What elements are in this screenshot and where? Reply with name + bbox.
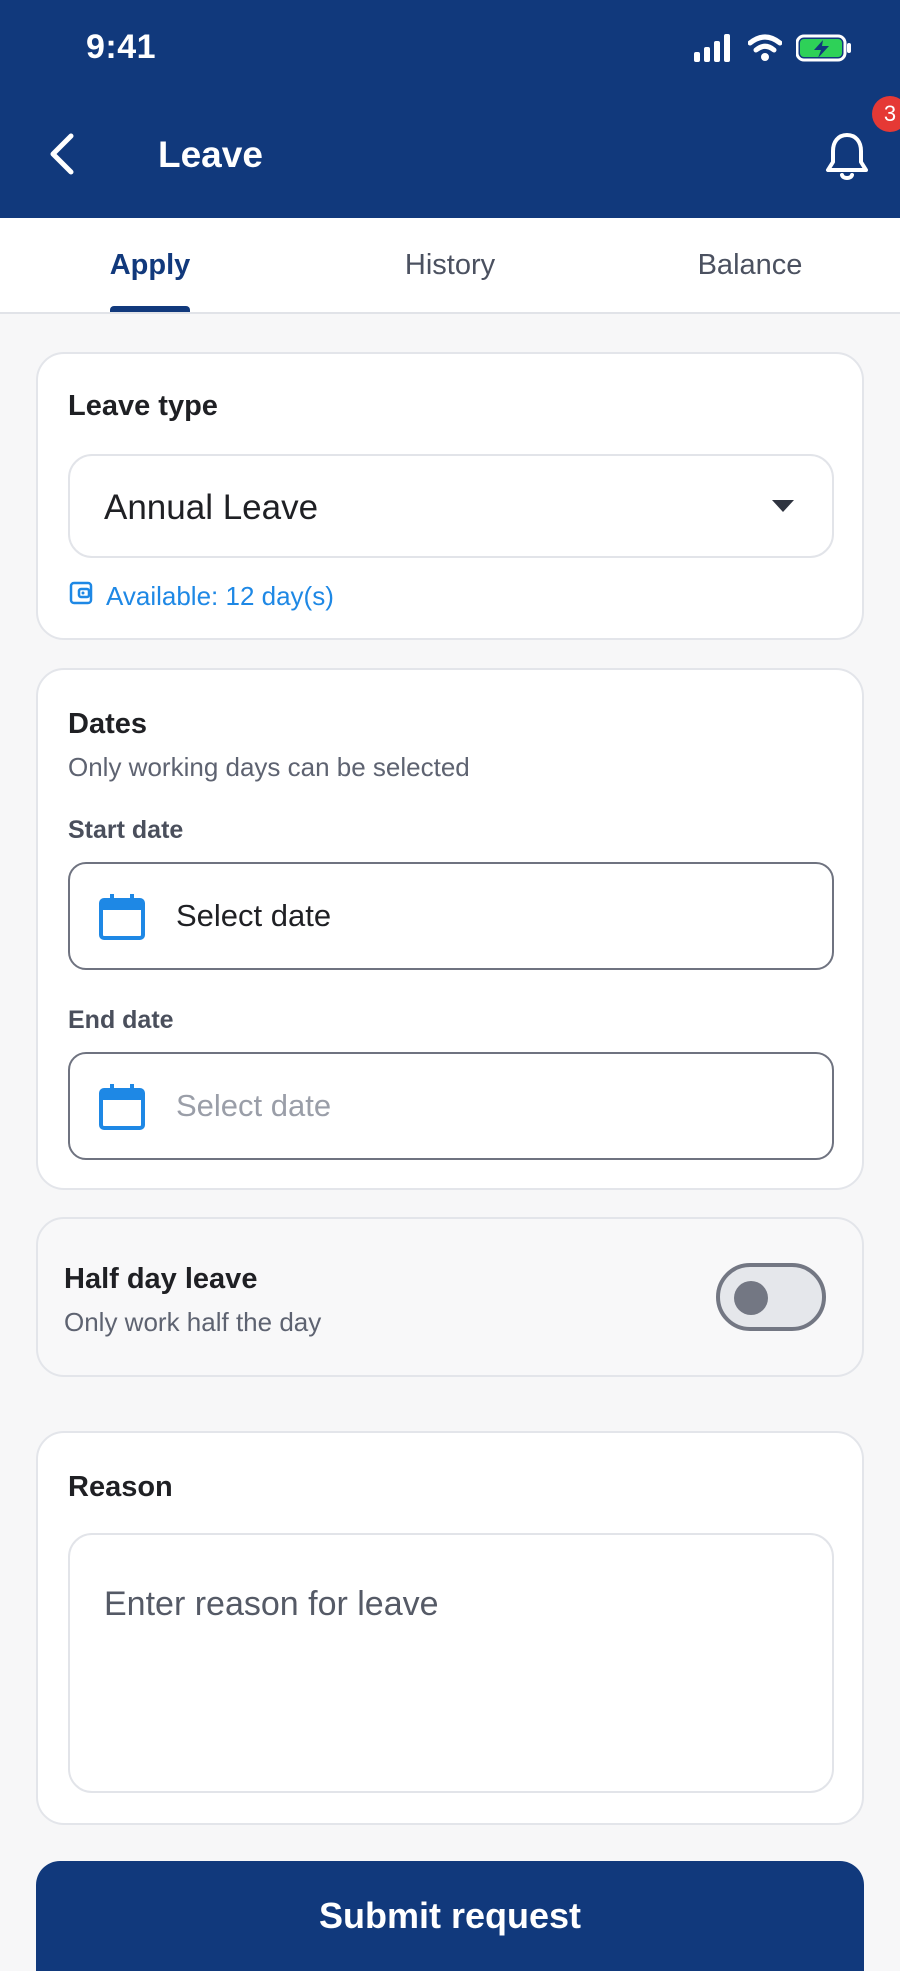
leave-type-value: Annual Leave [104, 488, 319, 527]
active-tab-indicator [110, 306, 190, 312]
toggle-knob [734, 1281, 768, 1315]
start-date-value: Select date [176, 898, 332, 933]
reason-textarea[interactable]: Enter reason for leave [68, 1533, 834, 1793]
chevron-left-icon [47, 132, 77, 181]
leave-type-select[interactable]: Annual Leave [68, 454, 834, 558]
available-balance: Available: 12 day(s) [68, 580, 334, 613]
notification-badge: 3 [872, 96, 900, 132]
caret-down-icon [772, 500, 794, 512]
reason-title: Reason [68, 1471, 173, 1503]
back-button[interactable] [40, 128, 84, 184]
bell-icon [824, 133, 870, 186]
page-title: Leave [158, 134, 263, 175]
leave-type-title: Leave type [68, 390, 218, 422]
available-text: Available: 12 day(s) [106, 581, 334, 611]
submit-request-button[interactable]: Submit request [36, 1861, 864, 1971]
battery-charging-icon [795, 34, 852, 67]
end-date-field[interactable]: Select date [68, 1052, 834, 1160]
half-day-subtitle: Only work half the day [64, 1307, 322, 1337]
calendar-icon [98, 892, 146, 947]
start-date-field[interactable]: Select date [68, 862, 834, 970]
half-day-title: Half day leave [64, 1263, 258, 1295]
dates-card: Dates Only working days can be selected … [36, 668, 864, 1190]
tab-balance[interactable]: Balance [600, 218, 900, 312]
status-icons [694, 30, 852, 70]
status-time: 9:41 [86, 28, 157, 66]
half-day-card: Half day leave Only work half the day [36, 1217, 864, 1377]
signal-icon [694, 33, 734, 67]
notifications-button[interactable] [824, 130, 870, 182]
tab-bar: Apply History Balance [0, 218, 900, 314]
app-header: 9:41 Leave 3 [0, 0, 900, 218]
wifi-icon [747, 34, 783, 67]
dates-title: Dates [68, 708, 147, 740]
start-date-label: Start date [68, 816, 184, 844]
half-day-toggle[interactable] [716, 1263, 826, 1331]
wallet-icon [68, 580, 94, 613]
reason-card: Reason Enter reason for leave [36, 1431, 864, 1825]
reason-placeholder: Enter reason for leave [104, 1585, 439, 1623]
tab-history[interactable]: History [300, 218, 600, 312]
calendar-icon [98, 1082, 146, 1137]
tab-apply[interactable]: Apply [0, 218, 300, 312]
end-date-label: End date [68, 1006, 174, 1034]
leave-type-card: Leave type Annual Leave Available: 12 da… [36, 352, 864, 640]
end-date-placeholder: Select date [176, 1088, 332, 1123]
dates-subtitle: Only working days can be selected [68, 752, 470, 782]
